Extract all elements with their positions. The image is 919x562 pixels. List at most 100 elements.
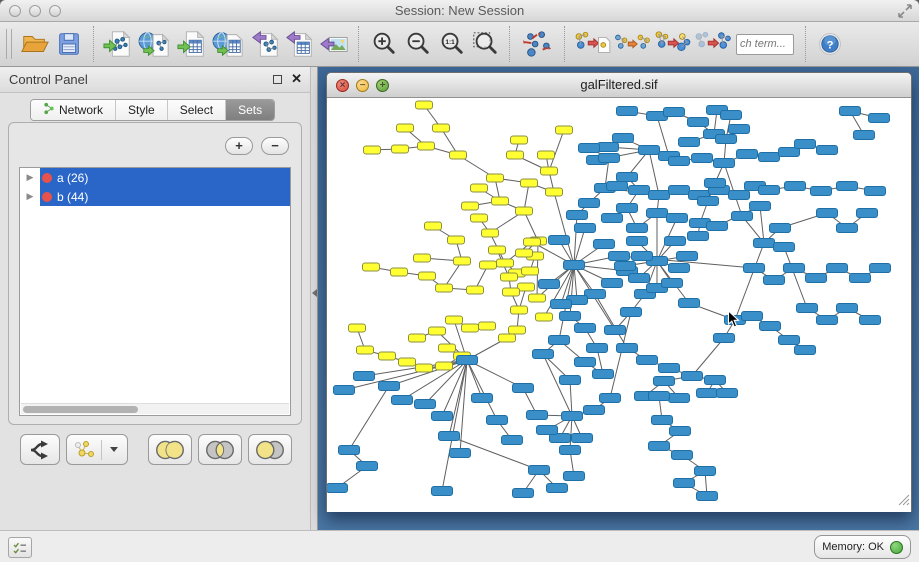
graph-node[interactable]: [416, 364, 433, 372]
import-table-file-button[interactable]: [175, 24, 209, 64]
graph-node[interactable]: [679, 138, 700, 147]
graph-node[interactable]: [627, 237, 648, 246]
graph-node[interactable]: [556, 126, 573, 134]
graph-node[interactable]: [518, 283, 535, 291]
graph-node[interactable]: [837, 304, 858, 313]
graph-node[interactable]: [549, 336, 570, 345]
graph-node[interactable]: [379, 352, 396, 360]
graph-node[interactable]: [639, 146, 660, 155]
graph-node[interactable]: [482, 229, 499, 237]
graph-node[interactable]: [647, 209, 668, 218]
graph-node[interactable]: [617, 107, 638, 116]
union-sets-button[interactable]: [148, 434, 192, 465]
graph-node[interactable]: [669, 264, 690, 273]
graph-node[interactable]: [717, 389, 738, 398]
export-network-button[interactable]: [249, 24, 283, 64]
graph-node[interactable]: [497, 259, 514, 267]
graph-node[interactable]: [865, 187, 886, 196]
graph-node[interactable]: [509, 326, 526, 334]
graph-node[interactable]: [439, 432, 460, 441]
graph-node[interactable]: [579, 144, 600, 153]
collapse-panel-icon[interactable]: [312, 289, 317, 297]
graph-node[interactable]: [446, 316, 463, 324]
graph-node[interactable]: [414, 254, 431, 262]
graph-node[interactable]: [770, 224, 791, 233]
apply-layout-button[interactable]: [517, 24, 557, 64]
graph-node[interactable]: [462, 202, 479, 210]
graph-node[interactable]: [489, 246, 506, 254]
graph-node[interactable]: [334, 386, 355, 395]
chevron-down-icon[interactable]: [110, 447, 118, 452]
add-set-button[interactable]: +: [225, 137, 253, 155]
graph-node[interactable]: [617, 173, 638, 182]
graph-node[interactable]: [587, 344, 608, 353]
graph-node[interactable]: [682, 372, 703, 381]
network-frame-titlebar[interactable]: × − + galFiltered.sif: [327, 73, 911, 98]
graph-node[interactable]: [584, 406, 605, 415]
graph-node[interactable]: [840, 107, 861, 116]
graph-node[interactable]: [539, 280, 560, 289]
graph-node[interactable]: [433, 124, 450, 132]
graph-node[interactable]: [579, 199, 600, 208]
graph-node[interactable]: [869, 114, 890, 123]
graph-node[interactable]: [524, 238, 541, 246]
graph-node[interactable]: [705, 376, 726, 385]
graph-node[interactable]: [450, 151, 467, 159]
graph-node[interactable]: [695, 467, 716, 476]
graph-node[interactable]: [817, 316, 838, 325]
help-button[interactable]: ?: [813, 24, 847, 64]
graph-node[interactable]: [538, 151, 555, 159]
list-item-set-a[interactable]: ▶ a (26): [20, 168, 290, 187]
graph-node[interactable]: [679, 299, 700, 308]
graph-node[interactable]: [409, 334, 426, 342]
graph-node[interactable]: [564, 472, 585, 481]
graph-node[interactable]: [750, 202, 771, 211]
export-image-button[interactable]: [317, 24, 351, 64]
graph-node[interactable]: [649, 191, 670, 200]
create-set-from-network-button[interactable]: [66, 434, 128, 465]
graph-node[interactable]: [397, 124, 414, 132]
graph-node[interactable]: [677, 252, 698, 261]
union-networks-button[interactable]: [692, 24, 732, 64]
graph-node[interactable]: [472, 394, 493, 403]
graph-node[interactable]: [714, 334, 735, 343]
open-session-button[interactable]: [18, 24, 52, 64]
graph-node[interactable]: [837, 182, 858, 191]
graph-node[interactable]: [854, 131, 875, 140]
graph-node[interactable]: [602, 279, 623, 288]
graph-node[interactable]: [669, 394, 690, 403]
graph-node[interactable]: [537, 426, 558, 435]
graph-node[interactable]: [602, 214, 623, 223]
graph-node[interactable]: [562, 412, 583, 421]
graph-node[interactable]: [364, 146, 381, 154]
graph-node[interactable]: [399, 358, 416, 366]
graph-node[interactable]: [598, 143, 619, 152]
graph-node[interactable]: [827, 264, 848, 273]
graph-node[interactable]: [507, 151, 524, 159]
graph-node[interactable]: [729, 191, 750, 200]
network-graph-svg[interactable]: [327, 98, 911, 512]
graph-node[interactable]: [742, 312, 763, 321]
graph-node[interactable]: [688, 232, 709, 241]
graph-node[interactable]: [363, 263, 380, 271]
export-table-button[interactable]: [283, 24, 317, 64]
graph-node[interactable]: [716, 135, 737, 144]
graph-node[interactable]: [349, 324, 366, 332]
graph-node[interactable]: [617, 344, 638, 353]
graph-node[interactable]: [698, 197, 719, 206]
graph-node[interactable]: [617, 204, 638, 213]
graph-node[interactable]: [795, 140, 816, 149]
graph-node[interactable]: [471, 214, 488, 222]
graph-node[interactable]: [501, 273, 518, 281]
import-table-url-button[interactable]: [209, 24, 249, 64]
graph-node[interactable]: [513, 384, 534, 393]
graph-node[interactable]: [795, 346, 816, 355]
graph-node[interactable]: [502, 436, 523, 445]
network-canvas[interactable]: [327, 98, 911, 512]
zoom-in-button[interactable]: [366, 24, 400, 64]
graph-node[interactable]: [567, 211, 588, 220]
graph-node[interactable]: [560, 376, 581, 385]
graph-node[interactable]: [669, 186, 690, 195]
graph-node[interactable]: [339, 446, 360, 455]
graph-node[interactable]: [594, 240, 615, 249]
